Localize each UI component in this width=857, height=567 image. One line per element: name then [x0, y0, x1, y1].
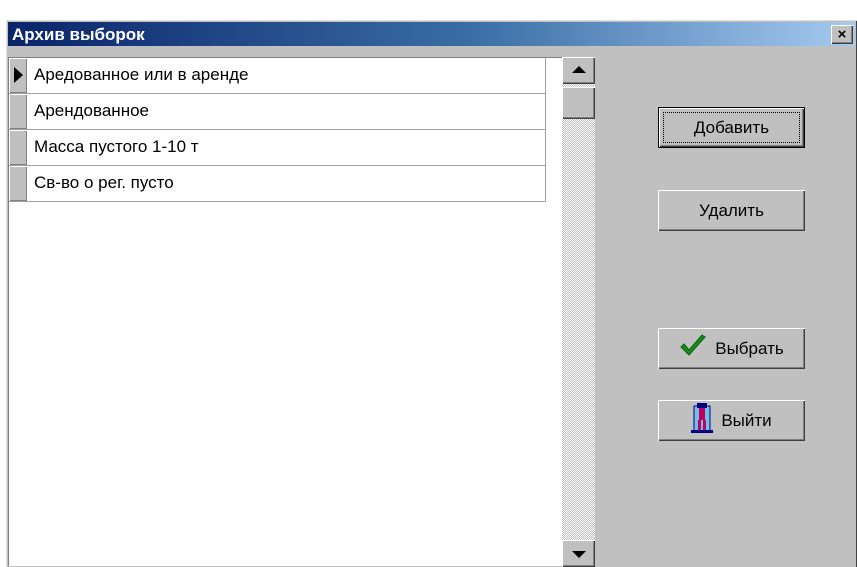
close-button[interactable]: ×: [831, 25, 853, 44]
table-row[interactable]: Аредованное или в аренде: [9, 58, 546, 94]
exit-door-icon: [691, 403, 714, 438]
scroll-up-button[interactable]: [562, 57, 595, 84]
scroll-thumb[interactable]: [562, 87, 595, 119]
row-indicator[interactable]: [9, 166, 27, 201]
row-label: Арендованное: [34, 101, 149, 120]
archive-dialog: Архив выборок × Аредованное или в аренде…: [6, 20, 857, 567]
row-indicator[interactable]: [9, 130, 27, 165]
arrow-down-icon: [572, 551, 586, 558]
row-indicator[interactable]: [9, 58, 27, 93]
checkmark-icon: [679, 334, 707, 363]
column-divider: [545, 130, 546, 165]
table-row[interactable]: Арендованное: [9, 94, 546, 130]
column-divider: [545, 94, 546, 129]
arrow-up-icon: [572, 66, 586, 73]
close-icon: ×: [837, 26, 847, 43]
exit-button[interactable]: Выйти: [658, 400, 805, 441]
exit-button-label: Выйти: [721, 410, 772, 430]
scroll-down-button[interactable]: [562, 540, 595, 567]
delete-button[interactable]: Удалить: [658, 190, 805, 231]
selections-grid[interactable]: Аредованное или в аренде Арендованное Ма…: [8, 57, 562, 566]
row-label: Аредованное или в аренде: [34, 65, 249, 84]
row-indicator[interactable]: [9, 94, 27, 129]
vertical-scrollbar[interactable]: [562, 57, 595, 567]
add-button[interactable]: Добавить: [658, 107, 805, 148]
table-row[interactable]: Св-во о рег. пусто: [9, 166, 546, 202]
delete-button-label: Удалить: [699, 200, 764, 220]
current-row-pointer-icon: [14, 67, 23, 83]
focus-rectangle: [663, 112, 800, 143]
select-button-label: Выбрать: [715, 338, 784, 358]
window-title: Архив выборок: [12, 25, 145, 44]
column-divider: [545, 166, 546, 201]
column-divider: [545, 58, 546, 93]
select-button[interactable]: Выбрать: [658, 328, 805, 369]
row-label: Масса пустого 1-10 т: [34, 137, 199, 156]
row-label: Св-во о рег. пусто: [34, 173, 174, 192]
table-row[interactable]: Масса пустого 1-10 т: [9, 130, 546, 166]
title-bar[interactable]: Архив выборок ×: [8, 22, 855, 46]
